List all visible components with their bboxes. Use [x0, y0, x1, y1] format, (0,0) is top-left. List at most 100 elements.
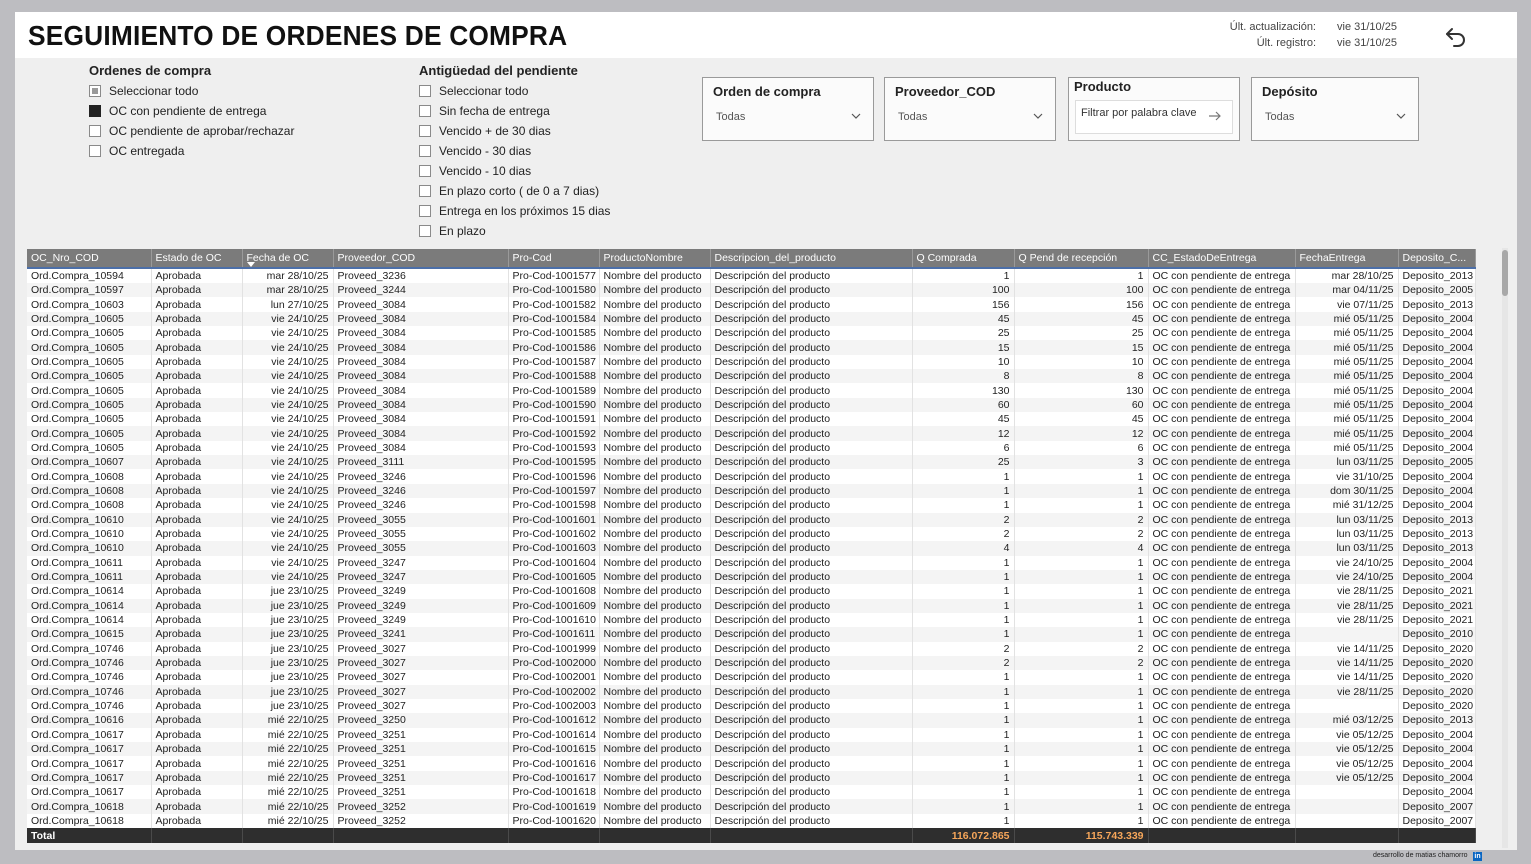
- checkbox[interactable]: [89, 105, 101, 117]
- table-row[interactable]: Ord.Compra_10746 Aprobada jue 23/10/25 Prov…: [27, 684, 1476, 699]
- checkbox[interactable]: [89, 125, 101, 137]
- checkbox[interactable]: [89, 85, 101, 97]
- table-row[interactable]: Ord.Compra_10746 Aprobada jue 23/10/25 Prov…: [27, 670, 1476, 685]
- table-row[interactable]: Ord.Compra_10617 Aprobada mié 22/10/25 Prov…: [27, 742, 1476, 757]
- table-cell: 6: [912, 440, 1015, 456]
- slicer_age-option[interactable]: Entrega en los próximos 15 dias: [419, 203, 610, 219]
- filter-deposito[interactable]: Depósito Todas: [1251, 77, 1419, 141]
- table-cell: Deposito_2020: [1398, 655, 1476, 671]
- column-header[interactable]: Estado de OC: [151, 249, 243, 268]
- checkbox[interactable]: [419, 105, 431, 117]
- table-cell: Nombre del producto: [599, 569, 711, 585]
- scroll-thumb[interactable]: [1502, 250, 1508, 296]
- table-row[interactable]: Ord.Compra_10610 Aprobada vie 24/10/25 Prov…: [27, 526, 1476, 542]
- slicer_oc-option[interactable]: Seleccionar todo: [89, 83, 198, 99]
- checkbox[interactable]: [419, 125, 431, 137]
- linkedin-icon[interactable]: in: [1473, 852, 1482, 861]
- table-cell: Ord.Compra_10605: [27, 397, 152, 413]
- table-cell: 2: [912, 526, 1015, 542]
- table-row[interactable]: Ord.Compra_10605 Aprobada vie 24/10/25 Prov…: [27, 397, 1476, 413]
- table-row[interactable]: Ord.Compra_10746 Aprobada jue 23/10/25 Prov…: [27, 698, 1476, 714]
- table-cell: Ord.Compra_10594: [27, 268, 152, 283]
- table-row[interactable]: Ord.Compra_10605 Aprobada vie 24/10/25 Prov…: [27, 326, 1476, 341]
- table-row[interactable]: Ord.Compra_10615 Aprobada jue 23/10/25 Prov…: [27, 627, 1476, 642]
- column-header[interactable]: Pro-Cod: [508, 249, 600, 268]
- table-cell: Nombre del producto: [599, 555, 711, 570]
- table-row[interactable]: Ord.Compra_10616 Aprobada mié 22/10/25 Prov…: [27, 713, 1476, 728]
- table-row[interactable]: Ord.Compra_10594 Aprobada mar 28/10/25 Prov…: [27, 268, 1476, 283]
- table-row[interactable]: Ord.Compra_10618 Aprobada mié 22/10/25 Prov…: [27, 799, 1476, 814]
- table-row[interactable]: Ord.Compra_10610 Aprobada vie 24/10/25 Prov…: [27, 541, 1476, 556]
- table-row[interactable]: Ord.Compra_10608 Aprobada vie 24/10/25 Prov…: [27, 498, 1476, 513]
- checkbox[interactable]: [419, 145, 431, 157]
- table-row[interactable]: Ord.Compra_10614 Aprobada jue 23/10/25 Prov…: [27, 598, 1476, 613]
- table-row[interactable]: Ord.Compra_10611 Aprobada vie 24/10/25 Prov…: [27, 555, 1476, 570]
- table-row[interactable]: Ord.Compra_10614 Aprobada jue 23/10/25 Prov…: [27, 612, 1476, 628]
- table-row[interactable]: Ord.Compra_10617 Aprobada mié 22/10/25 Prov…: [27, 727, 1476, 742]
- table-row[interactable]: Ord.Compra_10605 Aprobada vie 24/10/25 Prov…: [27, 383, 1476, 398]
- table-row[interactable]: Ord.Compra_10608 Aprobada vie 24/10/25 Prov…: [27, 483, 1476, 499]
- slicer_oc-option[interactable]: OC con pendiente de entrega: [89, 103, 266, 119]
- checkbox[interactable]: [419, 205, 431, 217]
- column-header[interactable]: Q Comprada: [912, 249, 1015, 268]
- slicer_age-option[interactable]: Vencido + de 30 dias: [419, 123, 551, 139]
- table-row[interactable]: Ord.Compra_10605 Aprobada vie 24/10/25 Prov…: [27, 440, 1476, 456]
- checkbox[interactable]: [419, 85, 431, 97]
- column-header[interactable]: OC_Nro_COD: [27, 249, 152, 268]
- table-row[interactable]: Ord.Compra_10605 Aprobada vie 24/10/25 Prov…: [27, 354, 1476, 370]
- column-header[interactable]: Deposito_C...: [1398, 249, 1476, 268]
- table-cell: Aprobada: [151, 756, 243, 771]
- filter-orden-compra[interactable]: Orden de compra Todas: [702, 77, 874, 141]
- slicer_age-option[interactable]: Seleccionar todo: [419, 83, 528, 99]
- slicer_age-option[interactable]: En plazo: [419, 223, 486, 239]
- table-row[interactable]: Ord.Compra_10605 Aprobada vie 24/10/25 Prov…: [27, 412, 1476, 427]
- table-row[interactable]: Ord.Compra_10605 Aprobada vie 24/10/25 Prov…: [27, 311, 1476, 327]
- column-header[interactable]: Proveedor_COD: [333, 249, 509, 268]
- table-row[interactable]: Ord.Compra_10617 Aprobada mié 22/10/25 Prov…: [27, 770, 1476, 786]
- checkbox[interactable]: [419, 185, 431, 197]
- column-header[interactable]: CC_EstadoDeEntrega: [1148, 249, 1296, 268]
- column-header[interactable]: ProductoNombre: [599, 249, 711, 268]
- table-row[interactable]: Ord.Compra_10605 Aprobada vie 24/10/25 Prov…: [27, 369, 1476, 384]
- checkbox[interactable]: [419, 165, 431, 177]
- checkbox[interactable]: [419, 225, 431, 237]
- keyword-search-input[interactable]: Filtrar por palabra clave: [1075, 100, 1233, 134]
- column-header[interactable]: Q Pend de recepción: [1014, 249, 1149, 268]
- table-row[interactable]: Ord.Compra_10610 Aprobada vie 24/10/25 Prov…: [27, 512, 1476, 527]
- table-cell: Ord.Compra_10605: [27, 354, 152, 370]
- table-row[interactable]: Ord.Compra_10605 Aprobada vie 24/10/25 Prov…: [27, 340, 1476, 355]
- table-row[interactable]: Ord.Compra_10617 Aprobada mié 22/10/25 Prov…: [27, 785, 1476, 800]
- slicer_age-option[interactable]: Vencido - 10 dias: [419, 163, 531, 179]
- table-row[interactable]: Ord.Compra_10603 Aprobada lun 27/10/25 Prov…: [27, 297, 1476, 312]
- filter-proveedor[interactable]: Proveedor_COD Todas: [884, 77, 1056, 141]
- table-row[interactable]: Ord.Compra_10597 Aprobada mar 28/10/25 Prov…: [27, 283, 1476, 298]
- table-scrollbar[interactable]: [1502, 248, 1508, 848]
- checkbox[interactable]: [89, 145, 101, 157]
- slicer_oc-option[interactable]: OC entregada: [89, 143, 184, 159]
- slicer_age-option[interactable]: En plazo corto ( de 0 a 7 dias): [419, 183, 599, 199]
- column-header[interactable]: Fecha de OC: [242, 249, 334, 268]
- table-cell: OC con pendiente de entrega: [1148, 612, 1296, 628]
- table-row[interactable]: Ord.Compra_10607 Aprobada vie 24/10/25 Prov…: [27, 455, 1476, 470]
- table-row[interactable]: Ord.Compra_10605 Aprobada vie 24/10/25 Prov…: [27, 426, 1476, 441]
- column-header[interactable]: Descripcion_del_producto: [710, 249, 913, 268]
- slicer_age-option[interactable]: Vencido - 30 dias: [419, 143, 531, 159]
- table-row[interactable]: Ord.Compra_10617 Aprobada mié 22/10/25 Prov…: [27, 756, 1476, 771]
- table-cell: Deposito_2013: [1398, 268, 1476, 283]
- arrow-right-icon[interactable]: [1208, 111, 1222, 121]
- table-row[interactable]: Ord.Compra_10614 Aprobada jue 23/10/25 Prov…: [27, 584, 1476, 599]
- table-row[interactable]: Ord.Compra_10618 Aprobada mié 22/10/25 Prov…: [27, 813, 1476, 829]
- table-cell: Deposito_2021: [1398, 612, 1476, 628]
- table-cell: Proveed_3249: [333, 612, 509, 628]
- table-cell: Descripción del producto: [710, 340, 913, 355]
- column-header[interactable]: FechaEntrega: [1295, 249, 1399, 268]
- table-cell: 1: [912, 483, 1015, 499]
- table-cell: Proveed_3246: [333, 498, 509, 513]
- slicer_oc-option[interactable]: OC pendiente de aprobar/rechazar: [89, 123, 294, 139]
- table-row[interactable]: Ord.Compra_10608 Aprobada vie 24/10/25 Prov…: [27, 469, 1476, 484]
- table-row[interactable]: Ord.Compra_10611 Aprobada vie 24/10/25 Prov…: [27, 569, 1476, 585]
- table-row[interactable]: Ord.Compra_10746 Aprobada jue 23/10/25 Prov…: [27, 641, 1476, 656]
- undo-arrow-icon[interactable]: [1443, 23, 1469, 49]
- table-row[interactable]: Ord.Compra_10746 Aprobada jue 23/10/25 Prov…: [27, 655, 1476, 671]
- slicer_age-option[interactable]: Sin fecha de entrega: [419, 103, 550, 119]
